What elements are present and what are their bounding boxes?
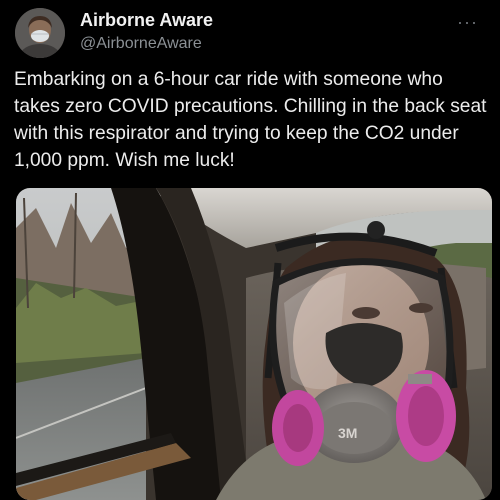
author-avatar[interactable]	[15, 8, 65, 58]
more-horizontal-icon[interactable]: ···	[457, 12, 478, 33]
author-name[interactable]: Airborne Aware	[80, 10, 213, 31]
respirator-brand-logo: 3M	[338, 425, 357, 441]
avatar-photo	[15, 8, 65, 58]
tweet-text: Embarking on a 6-hour car ride with some…	[14, 69, 487, 171]
tweet-photo[interactable]: 3M	[16, 188, 492, 500]
tweet: Airborne Aware @AirborneAware ··· Embark…	[0, 0, 500, 500]
photo-car-selfie: 3M	[16, 188, 492, 500]
author-handle[interactable]: @AirborneAware	[80, 35, 202, 53]
